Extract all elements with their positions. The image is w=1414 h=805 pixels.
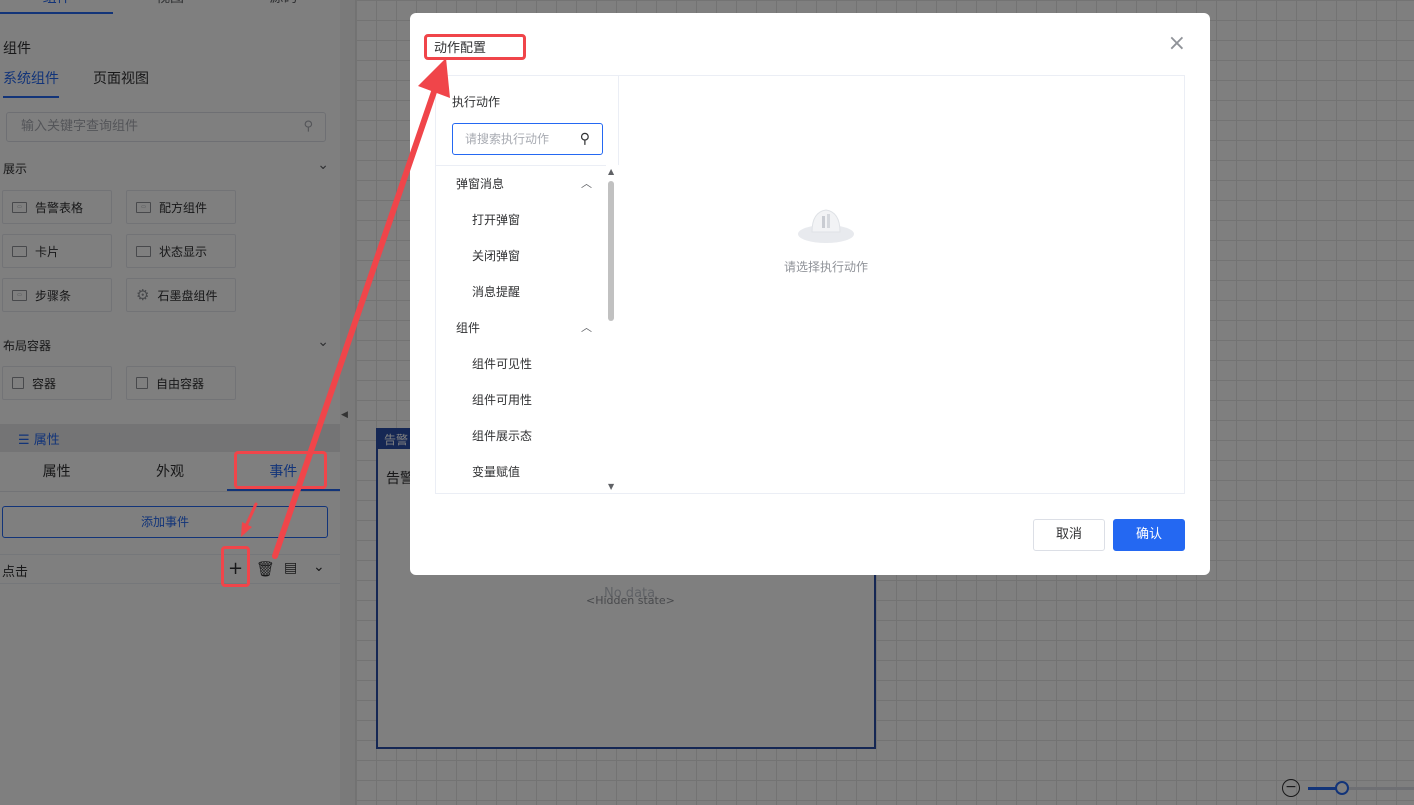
tree-group-popup[interactable]: 弹窗消息 ︿: [436, 166, 606, 202]
action-tree: 弹窗消息 ︿ 打开弹窗 关闭弹窗 消息提醒 组件 ︿ 组件可见性 组件可用性 组件展…: [436, 165, 606, 493]
chevron-up-icon: ︿: [581, 177, 592, 190]
dialog-body: 执行动作 请搜索执行动作 ⚲ 弹窗消息 ︿ 打开弹窗 关闭弹窗 消息提醒 组件 ︿ …: [435, 75, 1185, 494]
action-search-placeholder: 请搜索执行动作: [465, 132, 550, 146]
empty-state-icon: [798, 209, 854, 243]
tree-group-component[interactable]: 组件 ︿: [436, 310, 606, 346]
search-icon: ⚲: [579, 131, 590, 147]
confirm-button[interactable]: 确认: [1113, 519, 1185, 551]
action-config-dialog: 动作配置 × 执行动作 请搜索执行动作 ⚲ 弹窗消息 ︿ 打开弹窗 关闭弹窗 消息…: [410, 13, 1210, 575]
empty-state: 请选择执行动作: [676, 198, 976, 275]
tree-scrollbar[interactable]: ▲ ▼: [606, 165, 619, 493]
action-search-input[interactable]: 请搜索执行动作 ⚲: [452, 123, 603, 155]
action-list-panel: 执行动作 请搜索执行动作 ⚲ 弹窗消息 ︿ 打开弹窗 关闭弹窗 消息提醒 组件 ︿ …: [436, 76, 619, 493]
tree-item-availability[interactable]: 组件可用性: [436, 382, 606, 418]
tree-group-label: 弹窗消息: [456, 177, 505, 191]
tree-item-display-state[interactable]: 组件展示态: [436, 418, 606, 454]
tree-item-variable-assign[interactable]: 变量赋值: [436, 454, 606, 490]
tree-group-label: 组件: [456, 321, 481, 335]
action-list-header: 执行动作: [452, 95, 501, 109]
tree-item-open-popup[interactable]: 打开弹窗: [436, 202, 606, 238]
scroll-up-icon[interactable]: ▲: [608, 167, 614, 176]
cancel-button[interactable]: 取消: [1033, 519, 1105, 551]
highlight-events-tab: [234, 451, 327, 489]
scroll-thumb[interactable]: [608, 181, 614, 321]
highlight-plus-button: [221, 546, 250, 587]
tree-item-close-popup[interactable]: 关闭弹窗: [436, 238, 606, 274]
empty-state-text: 请选择执行动作: [783, 260, 868, 274]
highlight-dialog-title: [424, 34, 526, 60]
tree-item-message[interactable]: 消息提醒: [436, 274, 606, 310]
close-icon[interactable]: ×: [1168, 33, 1186, 55]
tree-item-visibility[interactable]: 组件可见性: [436, 346, 606, 382]
scroll-down-icon[interactable]: ▼: [608, 482, 614, 491]
chevron-up-icon: ︿: [581, 321, 592, 334]
